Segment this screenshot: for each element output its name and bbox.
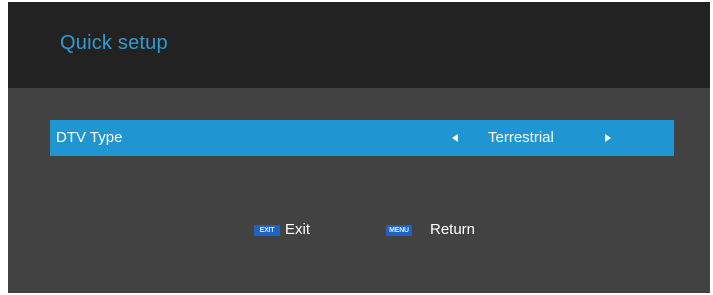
exit-hint[interactable]: EXIT Exit xyxy=(254,221,344,241)
dtv-type-value: Terrestrial xyxy=(488,129,554,146)
menu-key-icon: MENU xyxy=(386,225,412,236)
quick-setup-screen: Quick setup DTV Type Terrestrial EXIT Ex… xyxy=(8,2,710,293)
dtv-type-option-row[interactable]: DTV Type Terrestrial xyxy=(50,120,674,156)
arrow-left-icon[interactable] xyxy=(452,134,458,142)
return-label: Return xyxy=(430,221,476,238)
exit-label: Exit xyxy=(285,221,311,238)
page-title: Quick setup xyxy=(60,32,168,54)
arrow-right-icon[interactable] xyxy=(605,134,611,142)
return-hint[interactable]: MENU Return xyxy=(386,221,506,241)
header-bar: Quick setup xyxy=(8,2,710,88)
exit-key-icon: EXIT xyxy=(254,225,280,236)
dtv-type-label: DTV Type xyxy=(56,129,123,146)
